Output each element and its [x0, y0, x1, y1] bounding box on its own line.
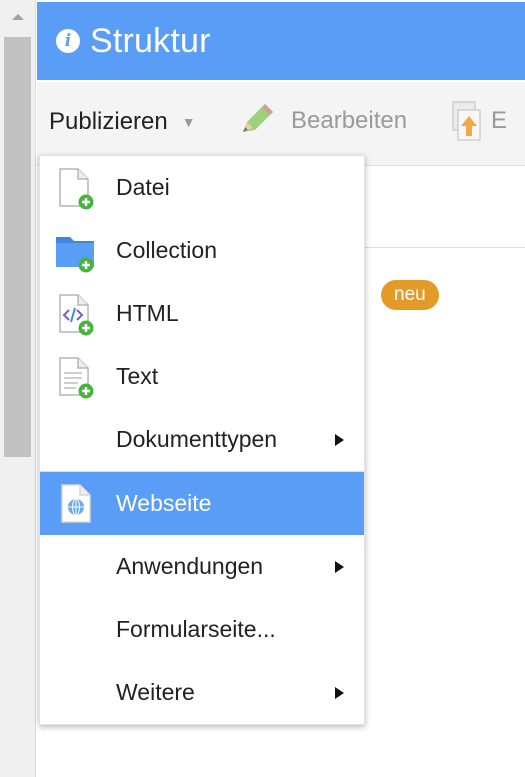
upload-button[interactable]: E [449, 98, 507, 144]
menu-item-label: Webseite [116, 490, 212, 516]
menu-item-formularseite[interactable]: Formularseite... [40, 598, 364, 661]
menu-item-label: Text [116, 363, 159, 389]
publish-dropdown-button[interactable]: Publizieren ▼ [49, 108, 196, 136]
chevron-down-icon: ▼ [181, 114, 196, 130]
toolbar: Publizieren ▼ Bearbeiten E [37, 82, 525, 166]
menu-item-label: Weitere [116, 679, 195, 705]
panel-header: i Struktur [37, 2, 525, 80]
menu-item-webseite[interactable]: Webseite [40, 472, 364, 535]
menu-item-datei[interactable]: Datei [40, 156, 364, 219]
menu-item-label: HTML [116, 300, 179, 326]
menu-item-label: Collection [116, 237, 217, 263]
menu-item-dokumenttypen[interactable]: Dokumenttypen [40, 408, 364, 471]
publish-label: Publizieren [49, 108, 168, 135]
upload-icon [452, 101, 481, 141]
publish-dropdown-menu: Datei Collection HTML Text Dokumenttypen… [39, 155, 365, 725]
edit-label: Bearbeiten [291, 107, 408, 134]
menu-item-html[interactable]: HTML [40, 282, 364, 345]
file-add-icon [59, 168, 94, 210]
html-file-add-icon [59, 294, 94, 336]
menu-item-text[interactable]: Text [40, 345, 364, 408]
upload-label-truncated: E [491, 107, 508, 134]
text-file-add-icon [59, 357, 94, 399]
webpage-icon [61, 484, 91, 523]
submenu-arrow-icon [335, 433, 344, 446]
panel-title: Struktur [90, 21, 211, 60]
menu-item-weitere[interactable]: Weitere [40, 661, 364, 724]
menu-item-collection[interactable]: Collection [40, 219, 364, 282]
scrollbar-thumb[interactable] [4, 37, 31, 457]
content-divider [365, 247, 525, 248]
menu-item-label: Formularseite... [116, 616, 276, 642]
edit-button[interactable]: Bearbeiten [235, 100, 407, 142]
vertical-scrollbar[interactable] [0, 0, 36, 777]
menu-item-label: Anwendungen [116, 553, 264, 579]
new-badge: neu [381, 280, 439, 310]
info-icon[interactable]: i [56, 29, 80, 53]
menu-item-label: Datei [116, 174, 170, 200]
menu-item-anwendungen[interactable]: Anwendungen [40, 535, 364, 598]
scroll-up-arrow-icon[interactable] [0, 0, 35, 32]
menu-item-label: Dokumenttypen [116, 426, 278, 452]
submenu-arrow-icon [335, 560, 344, 573]
submenu-arrow-icon [335, 686, 344, 699]
pencil-icon [243, 104, 273, 132]
folder-add-icon [56, 237, 94, 273]
